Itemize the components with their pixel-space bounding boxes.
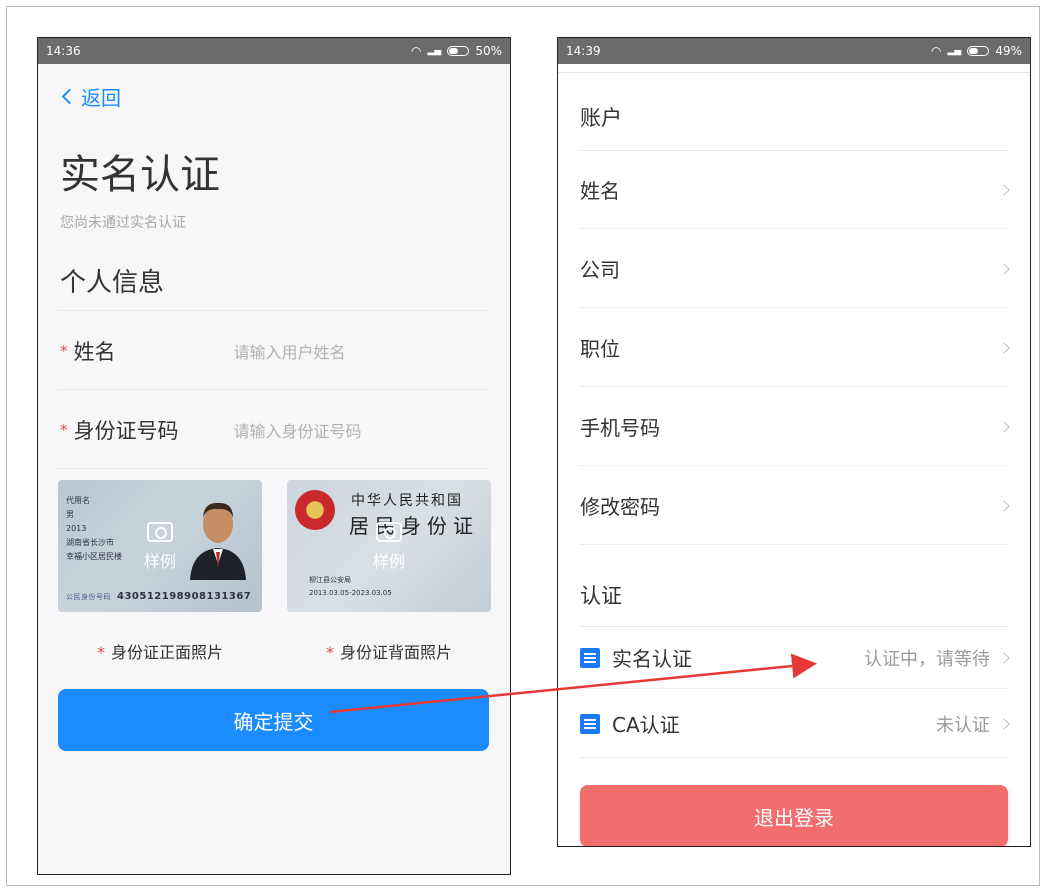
chevron-right-icon [998,651,1010,664]
card-back-caption: * 身份证背面照片 [325,643,452,662]
battery-percent: 50% [475,44,502,58]
status-time: 14:36 [46,44,81,58]
battery-icon [967,46,990,56]
camera-icon [376,522,402,542]
required-marker: * [60,342,68,360]
page-title: 实名认证 [60,152,220,198]
chevron-right-icon [998,262,1010,275]
name-field-label: 姓名 [73,340,116,364]
status-time: 14:39 [566,44,601,58]
card-back-details: 柳江县公安局 2013.03.05-2023.03.05 [309,576,392,597]
divider [58,310,490,311]
account-row-name[interactable]: 姓名 [580,151,1010,229]
chevron-left-icon [61,88,78,105]
row-label: 手机号码 [580,416,660,440]
id-card-front-upload[interactable]: 代用名 男 2013 湖南省长沙市 幸福小区居民楼 样例 公民身份号码 43051… [58,480,262,612]
section-title-account: 账户 [580,106,622,130]
national-emblem-icon [295,490,335,530]
battery-icon [447,46,470,56]
submit-button[interactable]: 确定提交 [58,689,489,751]
row-label: 职位 [580,337,620,361]
required-marker: * [96,643,105,662]
name-input[interactable]: 请输入用户姓名 [234,339,346,363]
wifi-icon: ◠ [931,44,942,58]
phone-realname-form: 14:36 ◠ ▂▄ 50% 返回 实名认证 您尚未通过实名认证 个人信息 * … [37,37,511,875]
divider [58,389,490,390]
id-number-input[interactable]: 请输入身份证号码 [234,418,362,442]
battery-percent: 49% [995,44,1022,58]
chevron-right-icon [998,341,1010,354]
status-icons: ◠ ▂▄ 50% [411,44,502,58]
account-row-change-password[interactable]: 修改密码 [580,467,1010,545]
divider [558,72,1030,73]
phone-account-settings: 14:39 ◠ ▂▄ 49% 账户 姓名 公司 职位 手机号码 修改密码 认证 … [557,37,1031,847]
chevron-right-icon [998,420,1010,433]
account-row-phone[interactable]: 手机号码 [580,388,1010,466]
document-icon [580,647,600,668]
auth-row-realname[interactable]: 实名认证 认证中，请等待 [580,627,1010,689]
section-title-verification: 认证 [580,584,622,608]
document-icon [580,713,600,734]
card-back-subtitle: 居民身份证 [349,514,479,538]
back-button[interactable]: 返回 [60,82,121,111]
auth-row-ca[interactable]: CA认证 未认证 [580,690,1010,758]
row-label: 实名认证 [612,647,692,671]
row-label: 修改密码 [580,495,660,519]
signal-icon: ▂▄ [947,46,962,56]
required-marker: * [60,421,68,439]
wifi-icon: ◠ [411,44,422,58]
ca-status: 未认证 [936,714,990,736]
chevron-right-icon [998,717,1010,730]
chevron-right-icon [998,183,1010,196]
card-back-title: 中华人民共和国 [351,493,463,509]
id-number-field-label: 身份证号码 [73,419,179,443]
status-icons: ◠ ▂▄ 49% [931,44,1022,58]
account-row-company[interactable]: 公司 [580,230,1010,308]
id-card-back-upload[interactable]: 中华人民共和国 居民身份证 样例 柳江县公安局 2013.03.05-2023.… [287,480,491,612]
sample-label: 样例 [143,552,176,571]
status-bar: 14:36 ◠ ▂▄ 50% [38,38,510,64]
name-field[interactable]: * 姓名 请输入用户姓名 [60,331,490,371]
logout-button[interactable]: 退出登录 [580,785,1008,846]
account-row-position[interactable]: 职位 [580,309,1010,387]
card-front-caption: * 身份证正面照片 [96,643,223,662]
camera-icon [147,522,173,542]
divider [58,468,490,469]
status-bar: 14:39 ◠ ▂▄ 49% [558,38,1030,64]
verification-status-text: 您尚未通过实名认证 [60,215,186,231]
chevron-right-icon [998,499,1010,512]
back-label: 返回 [81,86,121,110]
id-number-field[interactable]: * 身份证号码 请输入身份证号码 [60,410,490,450]
section-title-personal-info: 个人信息 [60,268,165,298]
required-marker: * [325,643,334,662]
row-label: 公司 [580,258,620,282]
sample-label: 样例 [372,552,405,571]
row-label: 姓名 [580,179,620,203]
signal-icon: ▂▄ [427,46,442,56]
realname-status: 认证中，请等待 [864,648,990,670]
row-label: CA认证 [612,713,680,737]
card-number: 公民身份号码 430512198908131367 [66,591,252,602]
